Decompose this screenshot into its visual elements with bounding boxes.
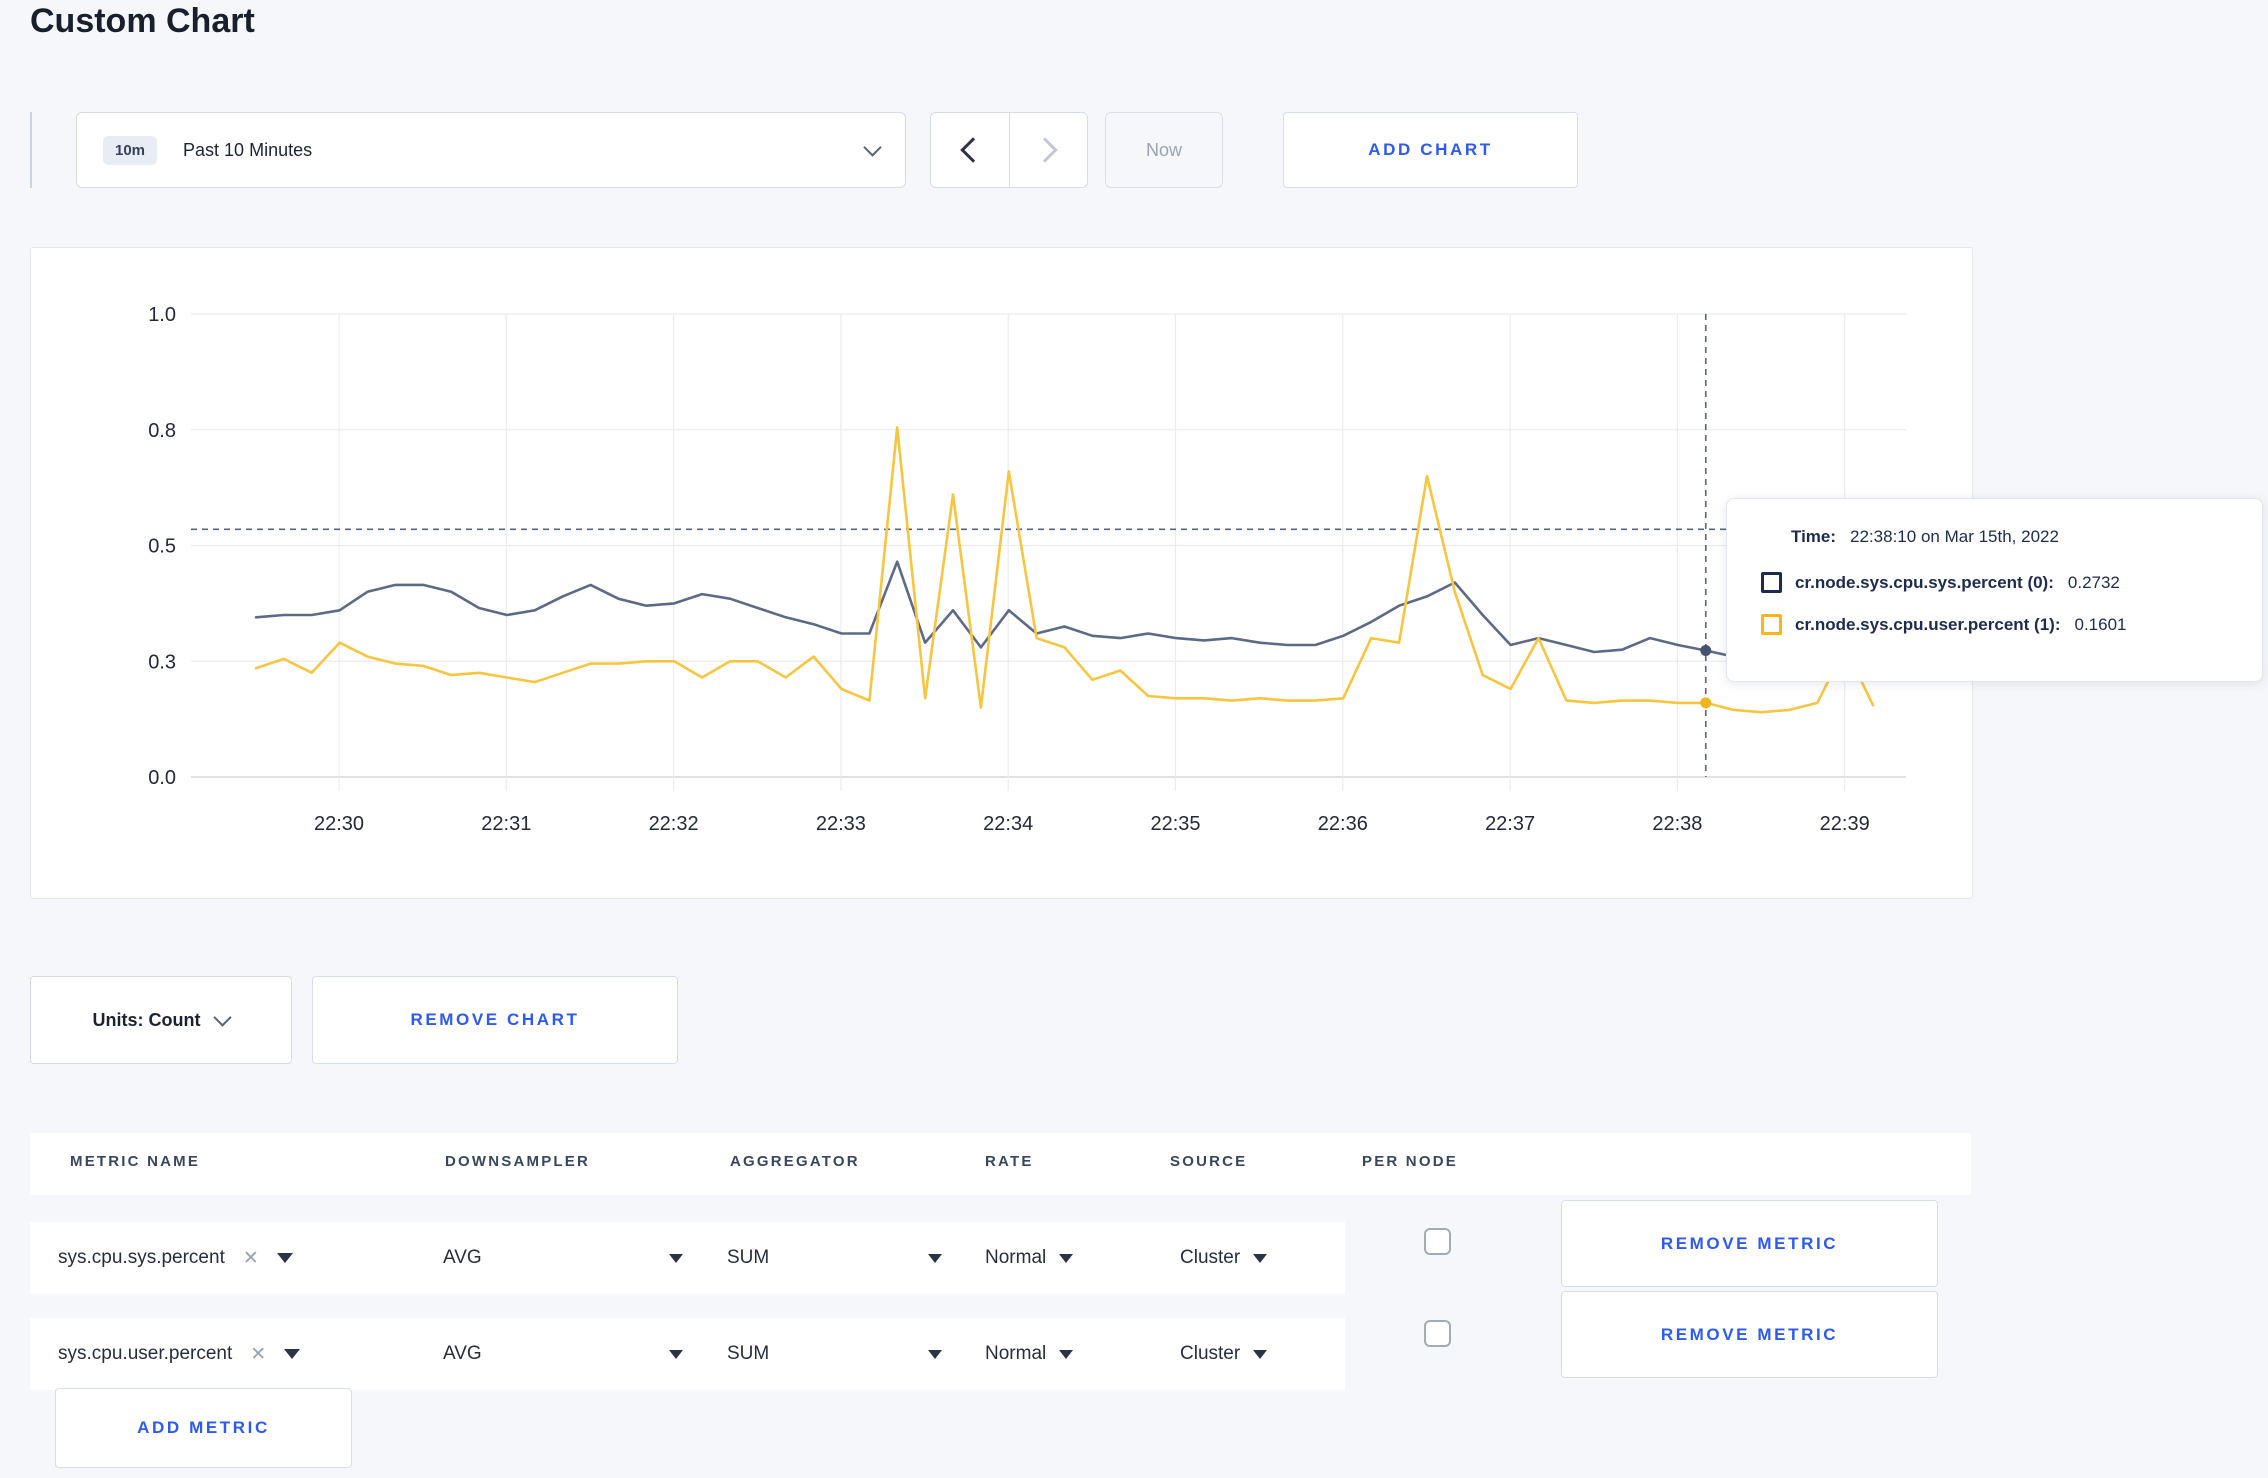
- table-row: sys.cpu.sys.percent ✕ AVG SUM Normal Clu…: [30, 1222, 1345, 1294]
- svg-text:0.5: 0.5: [148, 536, 176, 558]
- caret-down-icon: [928, 1349, 942, 1359]
- col-header-rate: RATE: [985, 1153, 1034, 1170]
- svg-text:22:33: 22:33: [816, 813, 866, 835]
- aggregator-select[interactable]: SUM: [727, 1318, 942, 1390]
- clear-metric-icon[interactable]: ✕: [243, 1247, 259, 1270]
- downsampler-select[interactable]: AVG: [443, 1318, 683, 1390]
- svg-text:22:38: 22:38: [1652, 813, 1702, 835]
- chevron-down-icon: [863, 138, 882, 157]
- svg-text:1.0: 1.0: [148, 304, 176, 326]
- now-button[interactable]: Now: [1105, 112, 1223, 188]
- aggregator-value: SUM: [727, 1343, 770, 1364]
- tooltip-sys-name: cr.node.sys.cpu.sys.percent (0):: [1795, 572, 2054, 592]
- next-time-button[interactable]: [1008, 113, 1088, 187]
- rate-value: Normal: [985, 1343, 1047, 1364]
- svg-text:0.0: 0.0: [148, 767, 176, 789]
- remove-metric-button[interactable]: REMOVE METRIC: [1561, 1200, 1938, 1287]
- caret-down-icon: [276, 1253, 293, 1263]
- svg-text:22:35: 22:35: [1150, 813, 1200, 835]
- aggregator-select[interactable]: SUM: [727, 1222, 942, 1294]
- tooltip-sys-value: 0.2732: [2067, 572, 2120, 592]
- tooltip-time-label: Time:: [1791, 527, 1837, 546]
- svg-text:22:36: 22:36: [1318, 813, 1368, 835]
- caret-down-icon: [669, 1253, 683, 1263]
- toolbar-divider: [30, 112, 32, 188]
- source-select[interactable]: Cluster: [1180, 1318, 1268, 1390]
- time-range-dropdown[interactable]: 10m Past 10 Minutes: [76, 112, 906, 188]
- svg-text:22:32: 22:32: [649, 813, 699, 835]
- svg-text:22:31: 22:31: [481, 813, 531, 835]
- chart-tooltip: Time: 22:38:10 on Mar 15th, 2022 cr.node…: [1726, 498, 2263, 682]
- units-label: Units: Count: [92, 1009, 201, 1030]
- add-metric-button[interactable]: ADD METRIC: [55, 1388, 352, 1468]
- col-header-metric-name: METRIC NAME: [70, 1153, 201, 1170]
- aggregator-value: SUM: [727, 1247, 770, 1268]
- tooltip-user-value: 0.1601: [2074, 614, 2127, 634]
- remove-chart-button[interactable]: REMOVE CHART: [312, 976, 678, 1064]
- svg-text:22:39: 22:39: [1820, 813, 1870, 835]
- user-series-legend-icon: [1761, 614, 1782, 635]
- caret-down-icon: [1253, 1349, 1268, 1359]
- col-header-downsampler: DOWNSAMPLER: [445, 1153, 591, 1170]
- time-range-label: Past 10 Minutes: [183, 139, 313, 160]
- tooltip-user-name: cr.node.sys.cpu.user.percent (1):: [1795, 614, 2061, 634]
- chevron-down-icon: [213, 1008, 233, 1027]
- caret-down-icon: [1059, 1349, 1074, 1359]
- sys-series-legend-icon: [1761, 572, 1782, 593]
- rate-select[interactable]: Normal: [985, 1222, 1074, 1294]
- time-step-buttons: [930, 112, 1088, 188]
- svg-text:0.8: 0.8: [148, 420, 176, 442]
- metric-name-select[interactable]: sys.cpu.sys.percent ✕: [58, 1222, 293, 1294]
- caret-down-icon: [1253, 1253, 1268, 1263]
- metric-name-select[interactable]: sys.cpu.user.percent ✕: [58, 1318, 301, 1390]
- prev-time-button[interactable]: [931, 113, 1009, 187]
- source-select[interactable]: Cluster: [1180, 1222, 1268, 1294]
- caret-down-icon: [1059, 1253, 1074, 1263]
- remove-metric-button[interactable]: REMOVE METRIC: [1561, 1291, 1938, 1378]
- rate-select[interactable]: Normal: [985, 1318, 1074, 1390]
- clear-metric-icon[interactable]: ✕: [250, 1343, 266, 1366]
- col-header-aggregator: AGGREGATOR: [730, 1153, 860, 1170]
- table-row: sys.cpu.user.percent ✕ AVG SUM Normal Cl…: [30, 1318, 1345, 1390]
- source-value: Cluster: [1180, 1343, 1241, 1364]
- metrics-table-header: METRIC NAME DOWNSAMPLER AGGREGATOR RATE …: [30, 1133, 1971, 1195]
- svg-text:22:34: 22:34: [983, 813, 1033, 835]
- downsampler-select[interactable]: AVG: [443, 1222, 683, 1294]
- caret-down-icon: [928, 1253, 942, 1263]
- page-title: Custom Chart: [30, 2, 255, 40]
- metric-name-value: sys.cpu.sys.percent: [58, 1247, 225, 1268]
- svg-text:22:37: 22:37: [1485, 813, 1535, 835]
- per-node-checkbox[interactable]: [1424, 1320, 1451, 1347]
- caret-down-icon: [669, 1349, 683, 1359]
- col-header-per-node: PER NODE: [1362, 1153, 1458, 1170]
- per-node-checkbox[interactable]: [1424, 1228, 1451, 1255]
- chevron-right-icon: [1032, 137, 1058, 163]
- units-dropdown[interactable]: Units: Count: [30, 976, 292, 1064]
- svg-text:22:30: 22:30: [314, 813, 364, 835]
- cpu-usage-chart[interactable]: 0.0 0.3 0.5 0.8 1.0 22:30 22:31 22:32 22:33 22:34…: [31, 248, 1970, 896]
- add-chart-button[interactable]: ADD CHART: [1283, 112, 1578, 188]
- time-range-badge: 10m: [103, 135, 158, 165]
- tooltip-time-value: 22:38:10 on Mar 15th, 2022: [1850, 527, 2059, 546]
- downsampler-value: AVG: [443, 1343, 482, 1364]
- custom-chart-page: Custom Chart 10m Past 10 Minutes Now ADD…: [0, 0, 2268, 1478]
- source-value: Cluster: [1180, 1247, 1241, 1268]
- chevron-left-icon: [960, 137, 986, 163]
- metric-name-value: sys.cpu.user.percent: [58, 1343, 233, 1364]
- downsampler-value: AVG: [443, 1247, 482, 1268]
- chart-card: 0.0 0.3 0.5 0.8 1.0 22:30 22:31 22:32 22:33 22:34…: [30, 247, 1973, 899]
- caret-down-icon: [284, 1349, 301, 1359]
- col-header-source: SOURCE: [1170, 1153, 1248, 1170]
- rate-value: Normal: [985, 1247, 1047, 1268]
- svg-text:0.3: 0.3: [148, 651, 176, 673]
